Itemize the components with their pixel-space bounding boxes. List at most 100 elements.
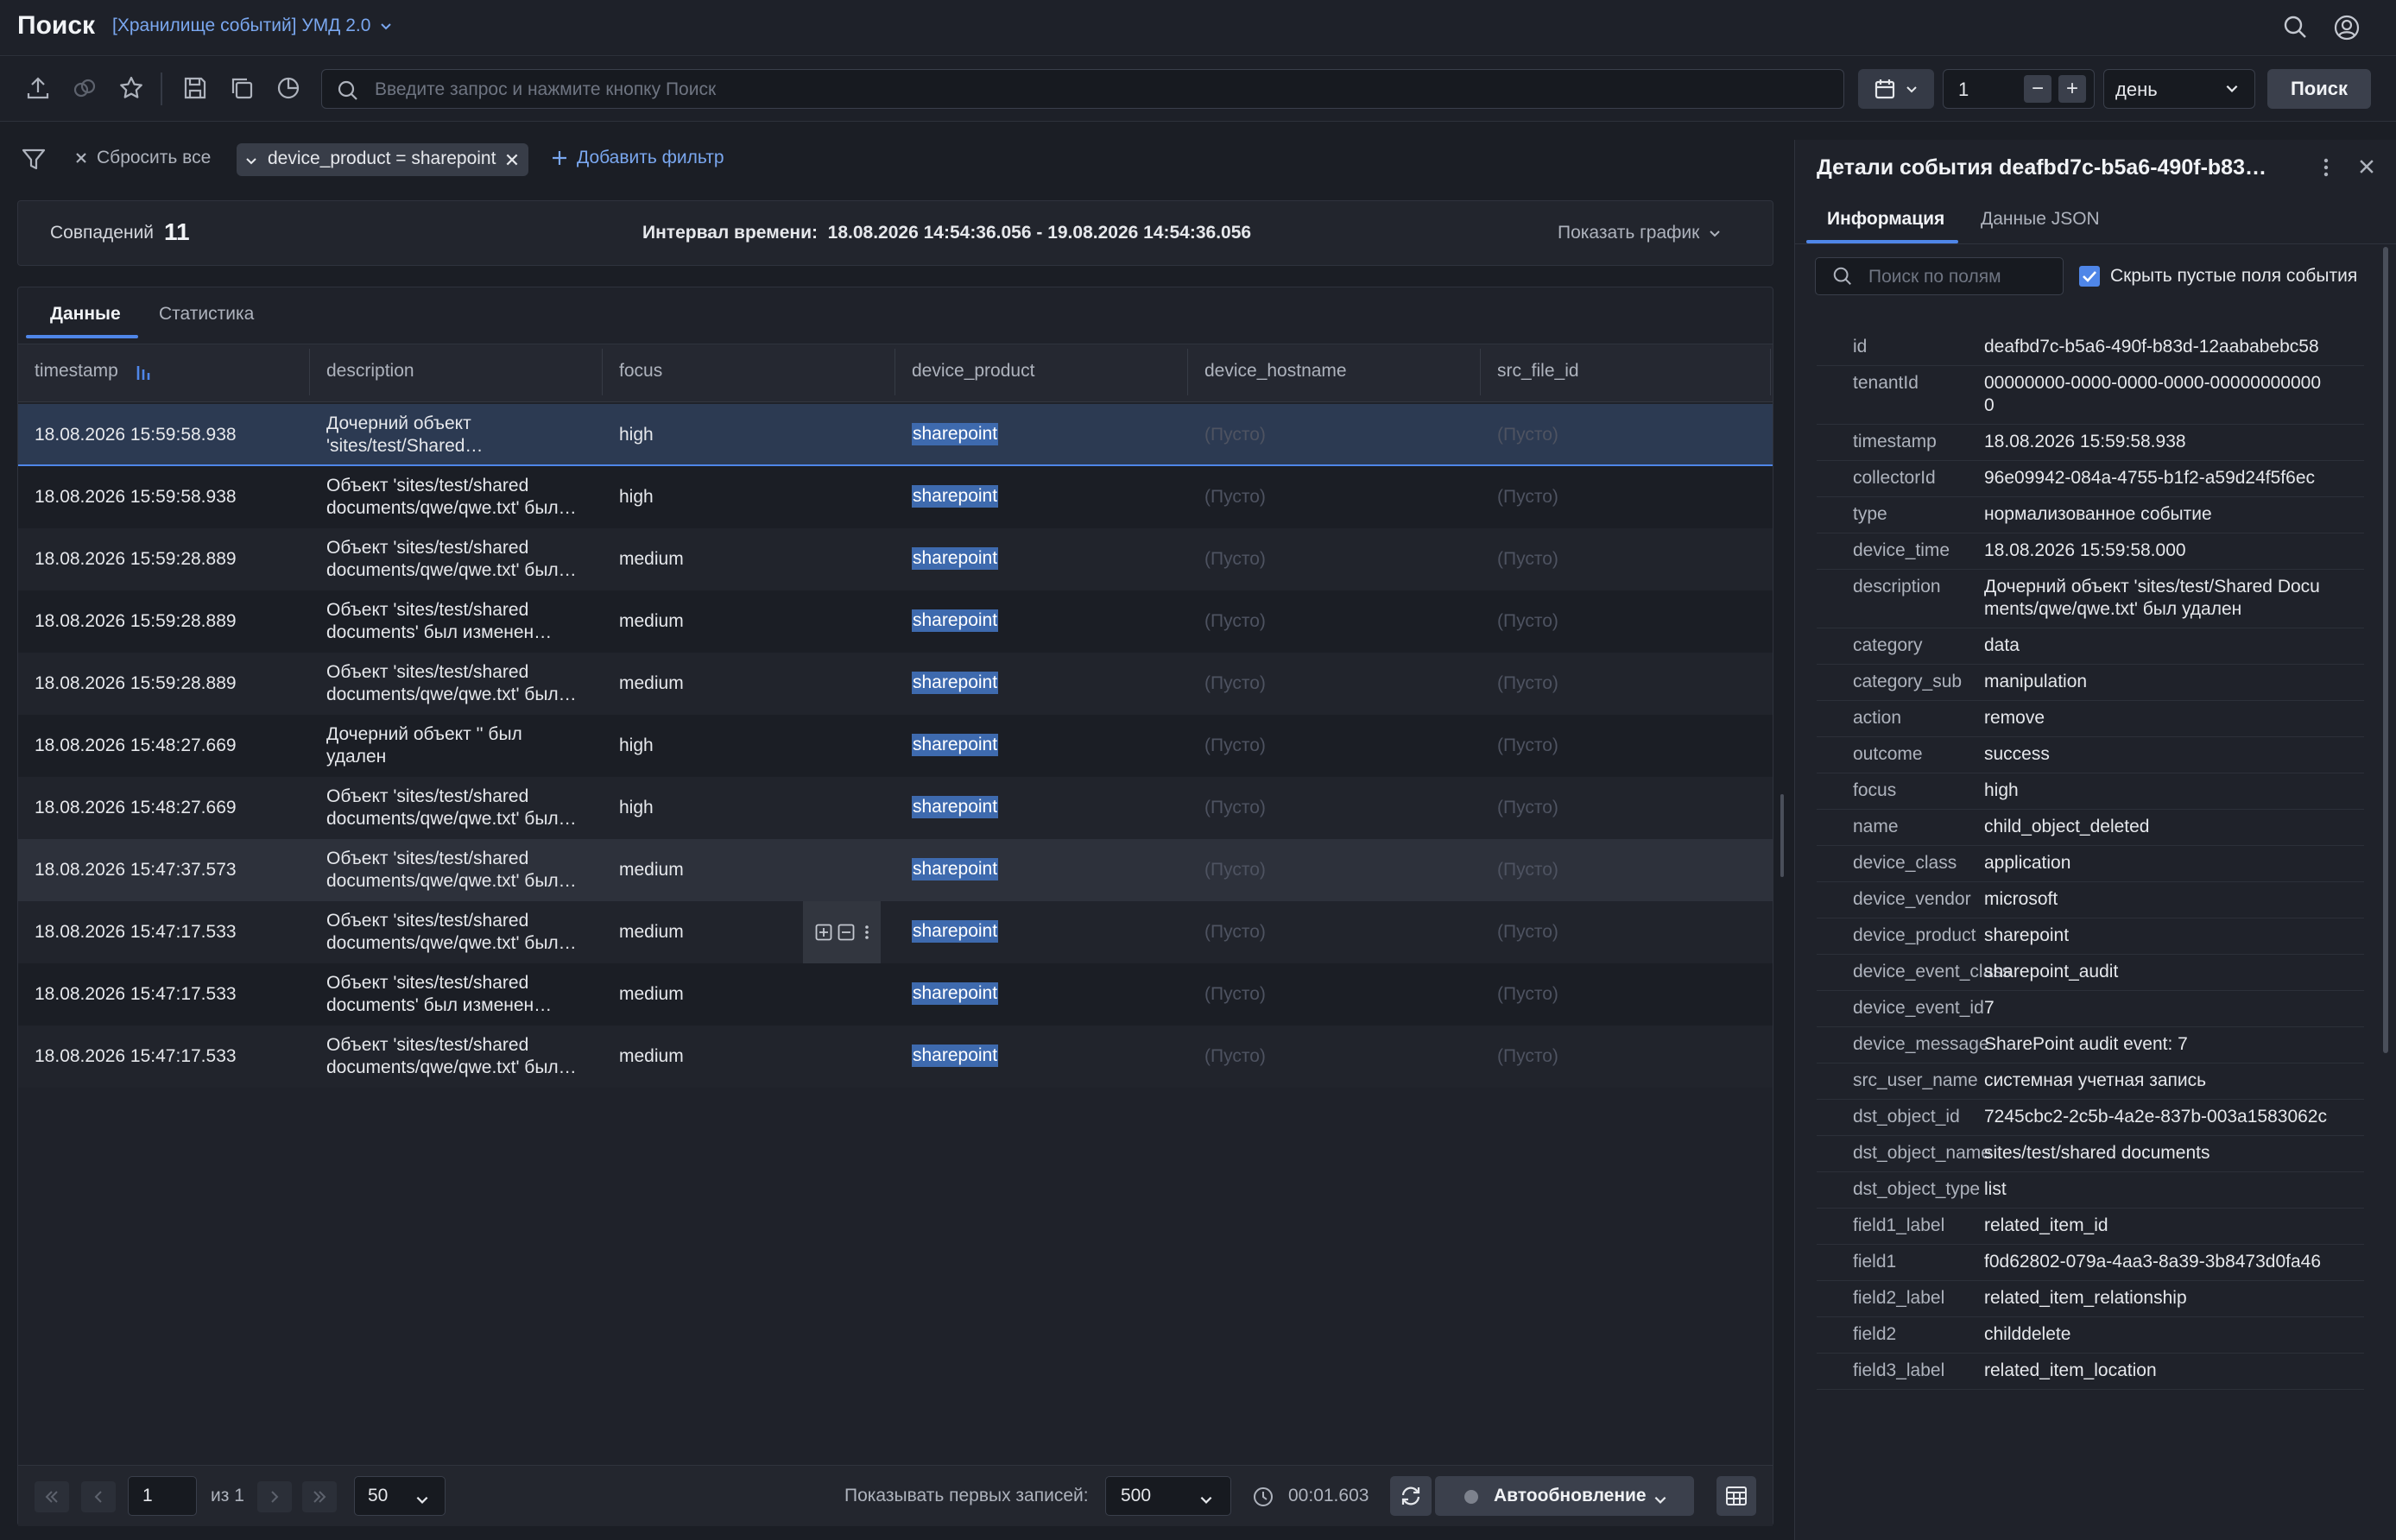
table-row[interactable]: 18.08.2026 15:48:27.669 Объект 'sites/tes… [18, 777, 1773, 839]
field-value: 7245cbc2-2c5b-4a2e-837b-003a1583062c [1984, 1107, 2327, 1127]
page-number-input[interactable]: 1 [128, 1476, 197, 1516]
table-row[interactable]: 18.08.2026 15:59:28.889 Объект 'sites/tes… [18, 528, 1773, 590]
upload-icon[interactable] [24, 74, 52, 102]
hide-empty-checkbox[interactable] [2079, 266, 2100, 287]
table-row[interactable]: 18.08.2026 15:47:17.533 Объект 'sites/tes… [18, 901, 1773, 963]
event-field-row[interactable]: id deafbd7c-b5a6-490f-b83d-12aababebc58 [1817, 330, 2364, 366]
search-button[interactable]: Поиск [2267, 69, 2371, 109]
add-filter-icon[interactable] [815, 924, 832, 941]
cell-device-product: sharepoint [912, 920, 999, 943]
more-vertical-icon[interactable] [2317, 155, 2335, 180]
details-scrollbar[interactable] [2383, 247, 2388, 1053]
filter-icon[interactable] [21, 147, 47, 173]
decrement-button[interactable]: − [2024, 75, 2051, 103]
description-line: Объект 'sites/test/shared [326, 849, 529, 868]
column-divider[interactable] [1480, 349, 1481, 395]
event-field-row[interactable]: name child_object_deleted [1817, 810, 2364, 846]
table-row[interactable]: 18.08.2026 15:59:28.889 Объект 'sites/tes… [18, 590, 1773, 653]
field-value: 00000000-0000-0000-0000-000000000000 [1984, 373, 2322, 415]
table-row[interactable]: 18.08.2026 15:59:58.938 Дочерний объект 's… [18, 404, 1773, 466]
table-view-button[interactable] [1716, 1476, 1756, 1516]
save-icon[interactable] [181, 74, 209, 102]
event-field-row[interactable]: device_class application [1817, 846, 2364, 882]
increment-button[interactable]: + [2058, 75, 2086, 103]
close-icon[interactable] [504, 152, 520, 167]
event-field-row[interactable]: dst_object_type list [1817, 1172, 2364, 1209]
field-search-input[interactable] [1867, 261, 2055, 293]
exclude-filter-icon[interactable] [838, 924, 855, 941]
star-icon[interactable] [117, 74, 145, 102]
chevron-down-icon[interactable] [244, 154, 258, 167]
close-icon[interactable] [2357, 157, 2376, 176]
event-field-row[interactable]: dst_object_name sites/test/shared documen… [1817, 1136, 2364, 1172]
event-field-row[interactable]: field1_label related_item_id [1817, 1209, 2364, 1245]
last-page-button[interactable] [302, 1481, 337, 1512]
column-header-focus[interactable]: focus [619, 361, 662, 382]
pie-chart-icon[interactable] [275, 74, 302, 102]
event-field-row[interactable]: field3_label related_item_location [1817, 1354, 2364, 1390]
event-field-row[interactable]: action remove [1817, 701, 2364, 737]
table-row[interactable]: 18.08.2026 15:59:58.938 Объект 'sites/tes… [18, 466, 1773, 528]
more-vertical-icon[interactable] [860, 924, 874, 941]
reset-all-button[interactable]: Сбросить все [74, 148, 211, 168]
refresh-button[interactable] [1390, 1476, 1432, 1516]
column-header-device-product[interactable]: device_product [912, 361, 1034, 382]
event-field-row[interactable]: field2_label related_item_relationship [1817, 1281, 2364, 1317]
event-field-row[interactable]: device_vendor microsoft [1817, 882, 2364, 918]
event-field-row[interactable]: tenantId 00000000-0000-0000-0000-00000000… [1817, 366, 2364, 425]
panel-splitter[interactable] [1780, 794, 1784, 877]
add-filter-button[interactable]: Добавить фильтр [551, 148, 724, 168]
column-header-src-file-id[interactable]: src_file_id [1497, 361, 1579, 382]
column-header-device-hostname[interactable]: device_hostname [1204, 361, 1347, 382]
sort-icon[interactable] [135, 363, 154, 382]
chevron-down-icon[interactable] [1653, 1492, 1668, 1507]
event-field-row[interactable]: focus high [1817, 773, 2364, 810]
user-icon[interactable] [2333, 14, 2361, 41]
copy-icon[interactable] [228, 74, 256, 102]
tab-data[interactable]: Данные [50, 304, 121, 325]
event-field-row[interactable]: field2 childdelete [1817, 1317, 2364, 1354]
next-page-button[interactable] [257, 1481, 292, 1512]
column-divider[interactable] [1770, 349, 1771, 395]
prev-page-button[interactable] [81, 1481, 116, 1512]
tab-information[interactable]: Информация [1827, 209, 1944, 230]
field-value: related_item_relationship [1984, 1288, 2187, 1308]
storage-selector[interactable]: [Хранилище событий] УМД 2.0 [112, 16, 393, 36]
event-field-row[interactable]: description Дочерний объект 'sites/test/S… [1817, 570, 2364, 628]
event-field-row[interactable]: category data [1817, 628, 2364, 665]
tab-statistics[interactable]: Статистика [159, 304, 254, 325]
search-icon[interactable] [2282, 14, 2308, 40]
event-field-row[interactable]: timestamp 18.08.2026 15:59:58.938 [1817, 425, 2364, 461]
column-divider[interactable] [1187, 349, 1188, 395]
table-row[interactable]: 18.08.2026 15:48:27.669 Дочерний объект '… [18, 715, 1773, 777]
event-field-row[interactable]: type нормализованное событие [1817, 497, 2364, 533]
column-divider[interactable] [602, 349, 603, 395]
tab-json-data[interactable]: Данные JSON [1981, 209, 2100, 230]
event-field-row[interactable]: category_sub manipulation [1817, 665, 2364, 701]
event-field-row[interactable]: src_user_name системная учетная запись [1817, 1063, 2364, 1100]
event-field-row[interactable]: dst_object_id 7245cbc2-2c5b-4a2e-837b-003… [1817, 1100, 2364, 1136]
table-row[interactable]: 18.08.2026 15:47:17.533 Объект 'sites/tes… [18, 963, 1773, 1026]
table-row[interactable]: 18.08.2026 15:47:37.573 Объект 'sites/tes… [18, 839, 1773, 901]
event-field-row[interactable]: device_time 18.08.2026 15:59:58.000 [1817, 533, 2364, 570]
active-tab-indicator [1806, 240, 1958, 243]
column-header-description[interactable]: description [326, 361, 414, 382]
show-chart-toggle[interactable]: Показать график [1558, 223, 1722, 243]
event-field-row[interactable]: device_event_id 7 [1817, 991, 2364, 1027]
event-field-row[interactable]: device_product sharepoint [1817, 918, 2364, 955]
event-field-row[interactable]: device_message SharePoint audit event: 7 [1817, 1027, 2364, 1063]
table-row[interactable]: 18.08.2026 15:47:17.533 Объект 'sites/tes… [18, 1026, 1773, 1088]
event-field-row[interactable]: outcome success [1817, 737, 2364, 773]
column-header-timestamp[interactable]: timestamp [35, 361, 118, 382]
cell-src-file-id: (Пусто) [1497, 735, 1558, 755]
event-field-row[interactable]: collectorId 96e09942-084a-4755-b1f2-a59d2… [1817, 461, 2364, 497]
table-row[interactable]: 18.08.2026 15:59:28.889 Объект 'sites/tes… [18, 653, 1773, 715]
show-chart-label: Показать график [1558, 223, 1700, 243]
event-field-row[interactable]: device_event_class sharepoint_audit [1817, 955, 2364, 991]
query-input[interactable] [373, 72, 1836, 108]
first-page-button[interactable] [35, 1481, 69, 1512]
event-field-row[interactable]: field1 f0d62802-079a-4aa3-8a39-3b8473d0fa… [1817, 1245, 2364, 1281]
column-divider[interactable] [309, 349, 310, 395]
date-range-button[interactable] [1858, 69, 1934, 109]
field-value: 18.08.2026 15:59:58.000 [1984, 540, 2186, 560]
